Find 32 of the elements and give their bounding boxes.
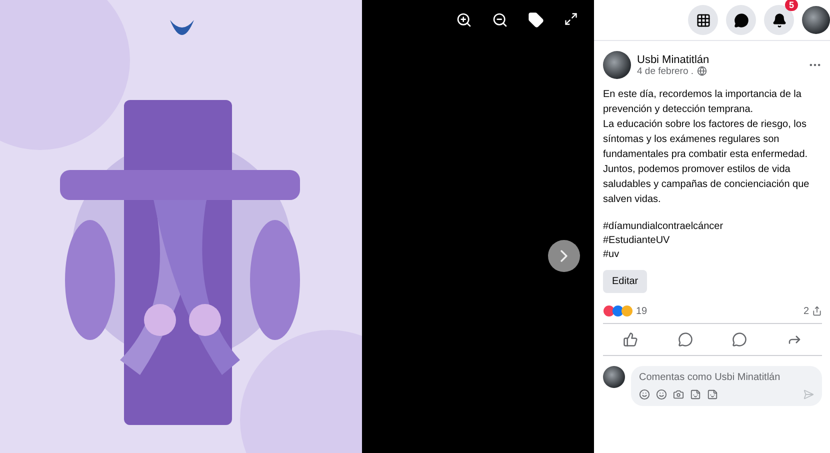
hashtag-link[interactable]: #EstudianteUV bbox=[603, 234, 822, 248]
grid-icon bbox=[696, 12, 710, 28]
menu-button[interactable] bbox=[688, 5, 718, 35]
chat-bubble-icon bbox=[734, 12, 748, 28]
tag-icon[interactable] bbox=[526, 10, 546, 30]
bell-icon bbox=[772, 12, 786, 28]
notification-badge: 5 bbox=[784, 0, 798, 11]
author-name[interactable]: Usbi Minatitlán bbox=[637, 54, 802, 66]
post-text: La educación sobre los factores de riesgo, los síntomas y los exámenes regulares son fundamentales pra combatir esta enfermedad. Juntos, podemos promover estilos de vida saludables y campañas de concienciación que salven vidas. bbox=[603, 118, 810, 207]
hashtag-link[interactable]: #uv bbox=[603, 248, 822, 262]
like-button[interactable] bbox=[620, 330, 640, 349]
reactions-count[interactable]: 19 bbox=[636, 306, 648, 316]
messenger-button[interactable] bbox=[726, 5, 756, 35]
comment-button[interactable] bbox=[676, 330, 695, 349]
camera-icon[interactable] bbox=[673, 389, 684, 400]
comment-field[interactable]: Comentas como Usbi Minatitlán bbox=[639, 372, 814, 383]
post-date[interactable]: 4 de febrero . bbox=[637, 66, 694, 76]
next-button[interactable] bbox=[548, 240, 580, 272]
edit-button[interactable]: Editar bbox=[603, 270, 648, 293]
comment-box[interactable]: Comentas como Usbi Minatitlán bbox=[631, 366, 822, 406]
share-icon bbox=[812, 306, 822, 316]
whatsapp-button[interactable] bbox=[730, 330, 750, 349]
sticker-icon[interactable] bbox=[707, 389, 718, 400]
hashtag-link[interactable]: #díamundialcontraelcáncer bbox=[603, 220, 822, 234]
avatar[interactable] bbox=[802, 6, 830, 34]
shares-count[interactable]: 2 bbox=[803, 306, 809, 316]
globe-icon bbox=[696, 66, 707, 76]
reactions-icon[interactable] bbox=[603, 305, 633, 317]
commenter-avatar bbox=[603, 366, 625, 388]
author-avatar[interactable] bbox=[603, 51, 631, 79]
post-text: En este día, recordemos la importancia de la prevención y detección temprana. bbox=[603, 88, 802, 117]
emoji-icon[interactable] bbox=[656, 389, 667, 400]
